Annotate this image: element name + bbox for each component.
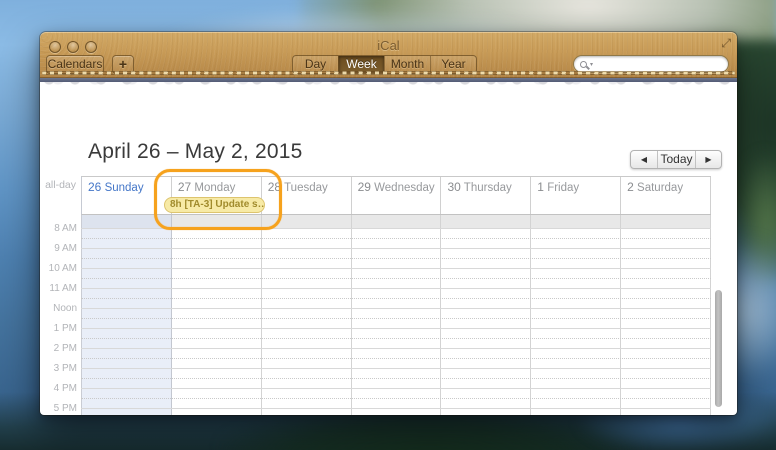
day-column[interactable] — [172, 215, 262, 415]
day-column[interactable] — [262, 215, 352, 415]
time-label: 9 AM — [40, 243, 77, 254]
leather-stitching — [42, 71, 735, 75]
day-column[interactable] — [352, 215, 442, 415]
day-number: 29 — [358, 180, 371, 194]
window-title: iCal — [40, 38, 737, 53]
day-name: Saturday — [637, 182, 683, 194]
time-label: 2 PM — [40, 343, 77, 354]
search-input[interactable] — [593, 57, 722, 71]
day-number: 30 — [447, 180, 460, 194]
day-column[interactable] — [441, 215, 531, 415]
day-name: Tuesday — [284, 182, 328, 194]
time-label: 3 PM — [40, 363, 77, 374]
background-hillside — [735, 150, 776, 300]
time-label: Noon — [40, 303, 77, 314]
time-label: 8 AM — [40, 223, 77, 234]
time-label: 5 PM — [40, 403, 77, 414]
day-columns — [81, 215, 711, 415]
titlebar[interactable]: iCal Calendars + DayWeekMonthYear ▾ ⤢ — [40, 32, 737, 78]
prev-week-button[interactable]: ◀ — [631, 151, 657, 168]
time-label: 1 PM — [40, 323, 77, 334]
ical-window: iCal Calendars + DayWeekMonthYear ▾ ⤢ Ap… — [40, 32, 737, 415]
day-number: 28 — [268, 180, 281, 194]
all-day-event[interactable]: 8h [TA-3] Update s… — [164, 197, 265, 213]
day-name: Thursday — [464, 182, 512, 194]
day-number: 2 — [627, 180, 634, 194]
time-label: 4 PM — [40, 383, 77, 394]
time-label: 11 AM — [40, 283, 77, 294]
day-header: 28 Tuesday — [262, 177, 352, 214]
day-header: 2 Saturday — [621, 177, 711, 214]
day-header: 30 Thursday — [441, 177, 531, 214]
scrollbar-thumb[interactable] — [715, 290, 722, 407]
day-number: 26 — [88, 180, 101, 194]
fullscreen-icon[interactable]: ⤢ — [721, 37, 731, 49]
next-week-button[interactable]: ▶ — [695, 151, 721, 168]
day-name: Wednesday — [374, 182, 435, 194]
day-number: 1 — [537, 180, 544, 194]
day-name: Sunday — [105, 182, 144, 194]
day-column[interactable] — [82, 215, 172, 415]
date-nav: ◀ Today ▶ — [630, 150, 722, 169]
torn-paper-edge — [40, 82, 737, 89]
day-header: 26 Sunday — [82, 177, 172, 214]
day-column[interactable] — [531, 215, 621, 415]
day-column[interactable] — [621, 215, 711, 415]
date-range-title: April 26 – May 2, 2015 — [88, 140, 303, 164]
today-button[interactable]: Today — [657, 151, 695, 168]
search-icon — [580, 61, 587, 68]
time-label: 10 AM — [40, 263, 77, 274]
day-header: 1 Friday — [531, 177, 621, 214]
calendar-paper: April 26 – May 2, 2015 ◀ Today ▶ all-day… — [40, 82, 737, 415]
day-header: 29 Wednesday — [352, 177, 442, 214]
day-name: Monday — [194, 182, 235, 194]
day-number: 27 — [178, 180, 191, 194]
all-day-label: all-day — [40, 179, 76, 191]
desktop: iCal Calendars + DayWeekMonthYear ▾ ⤢ Ap… — [0, 0, 776, 450]
time-gutter: 8 AM 9 AM 10 AM 11 AM Noon 1 PM 2 PM 3 PM 4 PM 5 … — [40, 215, 77, 415]
day-name: Friday — [547, 182, 579, 194]
